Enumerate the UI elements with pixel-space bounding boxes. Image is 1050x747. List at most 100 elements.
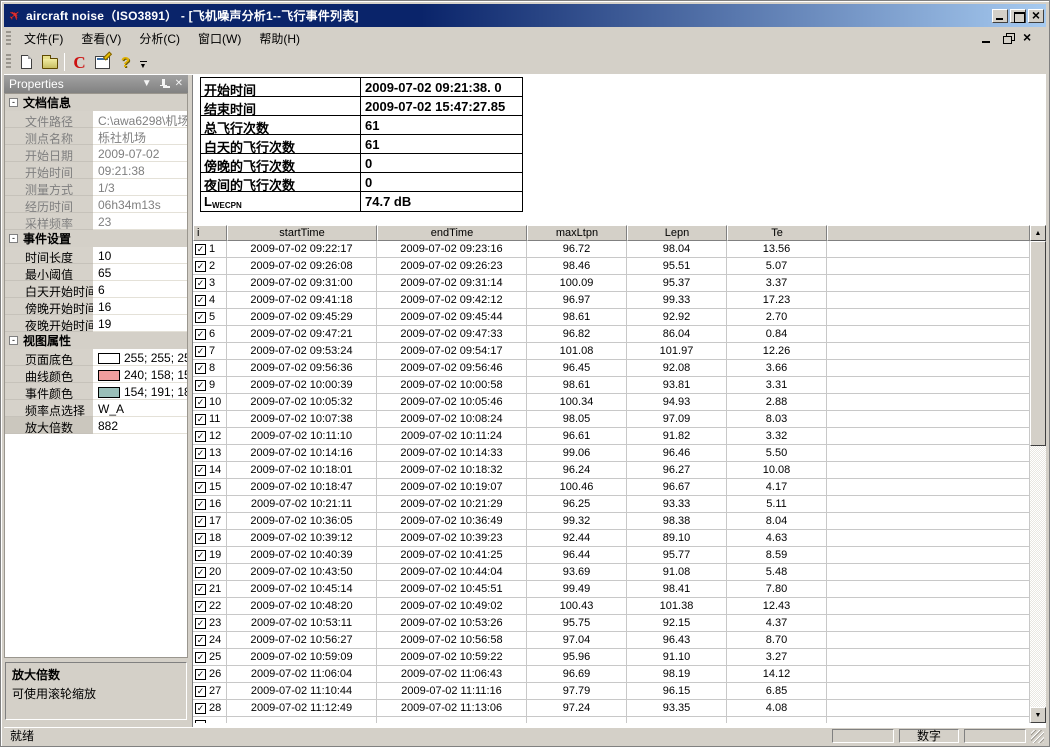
section-header[interactable]: -文档信息	[5, 94, 187, 111]
column-header-i[interactable]: i	[193, 225, 227, 241]
row-checkbox[interactable]: ✓	[195, 244, 206, 255]
mdi-close-icon[interactable]	[1023, 33, 1036, 44]
table-row[interactable]: ✓192009-07-02 10:40:392009-07-02 10:41:2…	[193, 547, 1030, 564]
row-checkbox[interactable]: ✓	[195, 584, 206, 595]
table-row[interactable]: ✓172009-07-02 10:36:052009-07-02 10:36:4…	[193, 513, 1030, 530]
table-row[interactable]: ✓32009-07-02 09:31:002009-07-02 09:31:14…	[193, 275, 1030, 292]
property-row[interactable]: 傍晚开始时间16	[5, 298, 187, 315]
row-checkbox[interactable]: ✓	[195, 686, 206, 697]
table-row[interactable]: ✓152009-07-02 10:18:472009-07-02 10:19:0…	[193, 479, 1030, 496]
new-document-button[interactable]	[15, 51, 38, 73]
section-header[interactable]: -视图属性	[5, 332, 187, 349]
menu-help[interactable]: 帮助(H)	[250, 27, 309, 50]
table-row[interactable]: ✓222009-07-02 10:48:202009-07-02 10:49:0…	[193, 598, 1030, 615]
row-checkbox[interactable]: ✓	[195, 329, 206, 340]
property-row[interactable]: 经历时间06h34m13s	[5, 196, 187, 213]
mdi-restore-icon[interactable]	[1002, 33, 1015, 44]
row-checkbox[interactable]: ✓	[195, 346, 206, 357]
table-row[interactable]: ✓202009-07-02 10:43:502009-07-02 10:44:0…	[193, 564, 1030, 581]
table-row[interactable]: ✓162009-07-02 10:21:112009-07-02 10:21:2…	[193, 496, 1030, 513]
menubar-grip[interactable]	[6, 31, 11, 47]
property-row[interactable]: 最小阈值65	[5, 264, 187, 281]
row-checkbox[interactable]: ✓	[195, 567, 206, 578]
row-checkbox[interactable]: ✓	[195, 635, 206, 646]
row-checkbox[interactable]: ✓	[195, 533, 206, 544]
column-header-Lepn[interactable]: Lepn	[627, 225, 727, 241]
menu-file[interactable]: 文件(F)	[15, 27, 72, 50]
menu-window[interactable]: 窗口(W)	[189, 27, 250, 50]
table-row[interactable]: ✓52009-07-02 09:45:292009-07-02 09:45:44…	[193, 309, 1030, 326]
row-checkbox[interactable]: ✓	[195, 278, 206, 289]
property-row[interactable]: 文件路径C:\awa6298\机场	[5, 111, 187, 128]
table-row[interactable]: ✓112009-07-02 10:07:382009-07-02 10:08:2…	[193, 411, 1030, 428]
property-row[interactable]: 时间长度10	[5, 247, 187, 264]
row-checkbox[interactable]: ✓	[195, 499, 206, 510]
column-header-startTime[interactable]: startTime	[227, 225, 377, 241]
table-row[interactable]: ✓22009-07-02 09:26:082009-07-02 09:26:23…	[193, 258, 1030, 275]
table-row[interactable]: ✓82009-07-02 09:56:362009-07-02 09:56:46…	[193, 360, 1030, 377]
row-checkbox[interactable]: ✓	[195, 652, 206, 663]
row-checkbox[interactable]: ✓	[195, 618, 206, 629]
table-row[interactable]: ✓102009-07-02 10:05:322009-07-02 10:05:4…	[193, 394, 1030, 411]
property-row[interactable]: 页面底色255; 255; 255	[5, 349, 187, 366]
scroll-down-icon[interactable]: ▼	[1030, 707, 1046, 723]
table-row[interactable]: ✓62009-07-02 09:47:212009-07-02 09:47:33…	[193, 326, 1030, 343]
open-file-button[interactable]	[38, 51, 61, 73]
row-checkbox[interactable]: ✓	[195, 431, 206, 442]
column-header-maxLtpn[interactable]: maxLtpn	[527, 225, 627, 241]
property-row[interactable]: 夜晚开始时间19	[5, 315, 187, 332]
table-row[interactable]: ✓72009-07-02 09:53:242009-07-02 09:54:17…	[193, 343, 1030, 360]
table-row[interactable]: ✓142009-07-02 10:18:012009-07-02 10:18:3…	[193, 462, 1030, 479]
row-checkbox[interactable]: ✓	[195, 397, 206, 408]
property-row[interactable]: 采样频率23	[5, 213, 187, 230]
table-row[interactable]: ✓212009-07-02 10:45:142009-07-02 10:45:5…	[193, 581, 1030, 598]
property-row[interactable]: 频率点选择W_A	[5, 400, 187, 417]
row-checkbox[interactable]: ✓	[195, 601, 206, 612]
column-header-blank[interactable]	[827, 225, 1030, 241]
property-row[interactable]: 测点名称栎社机场	[5, 128, 187, 145]
c-logo-button[interactable]: C	[68, 51, 91, 73]
collapse-icon[interactable]: -	[9, 234, 18, 243]
table-row[interactable]: ✓132009-07-02 10:14:162009-07-02 10:14:3…	[193, 445, 1030, 462]
section-header[interactable]: -事件设置	[5, 230, 187, 247]
table-row[interactable]: ✓282009-07-02 11:12:492009-07-02 11:13:0…	[193, 700, 1030, 717]
row-checkbox[interactable]: ✓	[195, 448, 206, 459]
property-row[interactable]: 曲线颜色240; 158; 158	[5, 366, 187, 383]
toolbar-grip[interactable]	[6, 54, 11, 70]
property-row[interactable]: 开始日期2009-07-02	[5, 145, 187, 162]
row-checkbox[interactable]: ✓	[195, 482, 206, 493]
property-row[interactable]: 开始时间09:21:38	[5, 162, 187, 179]
table-row[interactable]: ✓92009-07-02 10:00:392009-07-02 10:00:58…	[193, 377, 1030, 394]
table-row[interactable]: ✓232009-07-02 10:53:112009-07-02 10:53:2…	[193, 615, 1030, 632]
property-row[interactable]: 放大倍数882	[5, 417, 187, 434]
table-row[interactable]: ✓182009-07-02 10:39:122009-07-02 10:39:2…	[193, 530, 1030, 547]
row-checkbox[interactable]: ✓	[195, 465, 206, 476]
row-checkbox[interactable]: ✓	[195, 363, 206, 374]
collapse-icon[interactable]: -	[9, 336, 18, 345]
table-row[interactable]: ✓272009-07-02 11:10:442009-07-02 11:11:1…	[193, 683, 1030, 700]
help-button[interactable]: ?	[114, 51, 137, 73]
property-row[interactable]: 测量方式1/3	[5, 179, 187, 196]
row-checkbox[interactable]: ✓	[195, 312, 206, 323]
row-checkbox[interactable]: ✓	[195, 414, 206, 425]
toolbar-options-button[interactable]: ▼	[137, 52, 149, 72]
table-row[interactable]: ✓242009-07-02 10:56:272009-07-02 10:56:5…	[193, 632, 1030, 649]
properties-button[interactable]	[91, 51, 114, 73]
row-checkbox[interactable]: ✓	[195, 380, 206, 391]
maximize-button[interactable]	[1010, 9, 1026, 23]
vertical-scrollbar[interactable]: ▲ ▼	[1030, 225, 1046, 723]
table-row[interactable]: ✓262009-07-02 11:06:042009-07-02 11:06:4…	[193, 666, 1030, 683]
scroll-up-icon[interactable]: ▲	[1030, 225, 1046, 241]
row-checkbox[interactable]: ✓	[195, 550, 206, 561]
column-header-Te[interactable]: Te	[727, 225, 827, 241]
table-row[interactable]: ✓252009-07-02 10:59:092009-07-02 10:59:2…	[193, 649, 1030, 666]
pin-icon[interactable]	[159, 79, 168, 90]
column-header-endTime[interactable]: endTime	[377, 225, 527, 241]
panel-close-icon[interactable]: ✕	[175, 79, 183, 89]
table-row[interactable]: ✓122009-07-02 10:11:102009-07-02 10:11:2…	[193, 428, 1030, 445]
row-checkbox[interactable]: ✓	[195, 703, 206, 714]
property-row[interactable]: 白天开始时间6	[5, 281, 187, 298]
menu-analysis[interactable]: 分析(C)	[130, 27, 189, 50]
collapse-icon[interactable]: -	[9, 98, 18, 107]
panel-dropdown-icon[interactable]: ▼	[142, 79, 152, 89]
